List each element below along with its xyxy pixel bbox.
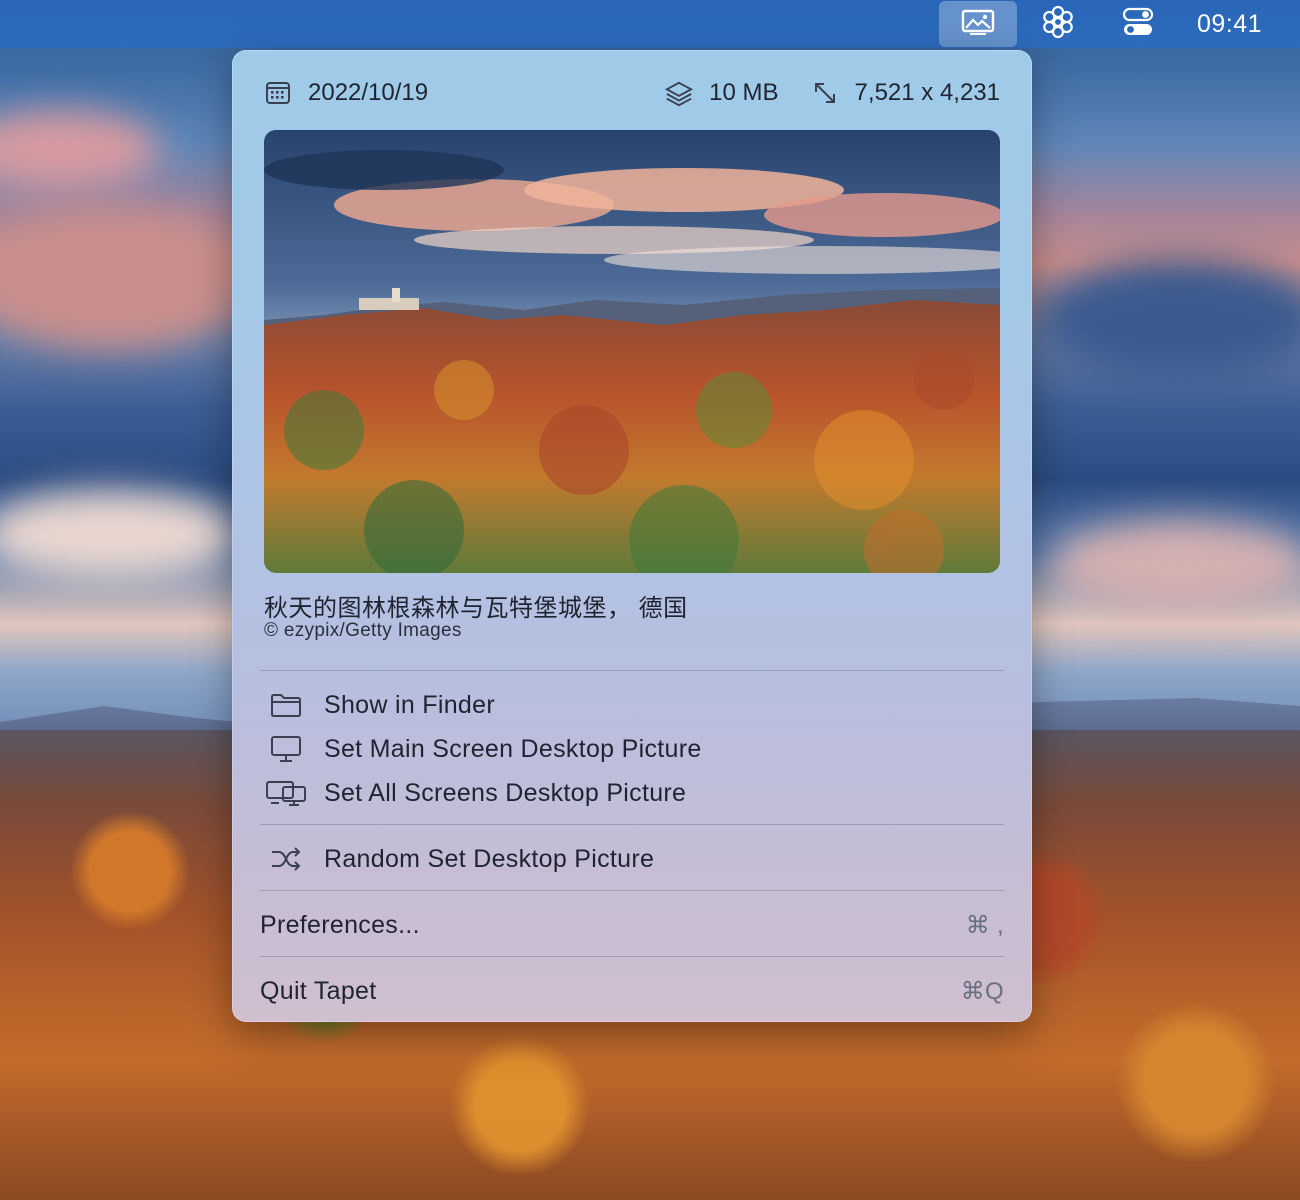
wallpaper-icon bbox=[961, 9, 995, 40]
menu-divider bbox=[260, 670, 1004, 671]
image-date: 2022/10/19 bbox=[308, 79, 429, 106]
wallpaper-cloud bbox=[1050, 520, 1300, 610]
menu-divider bbox=[260, 890, 1004, 891]
menu-bar-clock[interactable]: 09:41 bbox=[1197, 10, 1262, 39]
flower-icon bbox=[1041, 5, 1075, 44]
wallpaper-menu-extra[interactable] bbox=[938, 1, 1017, 47]
menu-bar: 09:41 bbox=[0, 0, 1300, 48]
image-file-size: 10 MB bbox=[709, 79, 779, 106]
layers-icon bbox=[665, 79, 694, 107]
image-copyright: © ezypix/Getty Images bbox=[264, 620, 462, 641]
wallpaper-cloud bbox=[0, 490, 240, 580]
menu-divider bbox=[260, 824, 1004, 825]
multiple-displays-icon bbox=[264, 779, 308, 807]
menu-divider bbox=[260, 956, 1004, 957]
shuffle-icon bbox=[264, 845, 308, 873]
quit-shortcut: ⌘Q bbox=[960, 977, 1004, 1005]
preferences-label: Preferences... bbox=[260, 910, 420, 939]
image-info-row: 2022/10/19 10 MB 7,521 x 4,231 bbox=[264, 76, 1000, 110]
set-all-screens-label: Set All Screens Desktop Picture bbox=[324, 778, 687, 807]
display-icon bbox=[264, 735, 308, 763]
image-dimensions: 7,521 x 4,231 bbox=[854, 79, 1000, 106]
calendar-icon bbox=[264, 79, 292, 107]
set-main-screen-item[interactable]: Set Main Screen Desktop Picture bbox=[260, 727, 1004, 771]
quit-label: Quit Tapet bbox=[260, 976, 377, 1005]
control-center-icon bbox=[1121, 7, 1155, 42]
resize-arrows-icon bbox=[811, 79, 839, 107]
control-center-menu-extra[interactable] bbox=[1099, 1, 1177, 47]
preferences-item[interactable]: Preferences... ⌘ , bbox=[260, 903, 1004, 947]
wallpaper-cloud bbox=[0, 210, 250, 350]
wallpaper-popover: 2022/10/19 10 MB 7,521 x 4,231 秋天的图林根森林与… bbox=[232, 50, 1032, 1022]
random-set-label: Random Set Desktop Picture bbox=[324, 844, 655, 873]
wallpaper-cloud bbox=[0, 110, 160, 190]
folder-icon bbox=[264, 691, 308, 719]
set-main-screen-label: Set Main Screen Desktop Picture bbox=[324, 734, 702, 763]
image-caption: 秋天的图林根森林与瓦特堡城堡， 德国 bbox=[264, 595, 688, 622]
show-in-finder-item[interactable]: Show in Finder bbox=[260, 683, 1004, 727]
wallpaper-cloud bbox=[1040, 260, 1300, 380]
preferences-shortcut: ⌘ , bbox=[965, 911, 1004, 939]
flower-menu-extra[interactable] bbox=[1019, 1, 1097, 47]
set-all-screens-item[interactable]: Set All Screens Desktop Picture bbox=[260, 771, 1004, 815]
wallpaper-preview-image[interactable] bbox=[264, 130, 1000, 573]
show-in-finder-label: Show in Finder bbox=[324, 690, 495, 719]
quit-item[interactable]: Quit Tapet ⌘Q bbox=[260, 969, 1004, 1013]
random-set-item[interactable]: Random Set Desktop Picture bbox=[260, 837, 1004, 881]
